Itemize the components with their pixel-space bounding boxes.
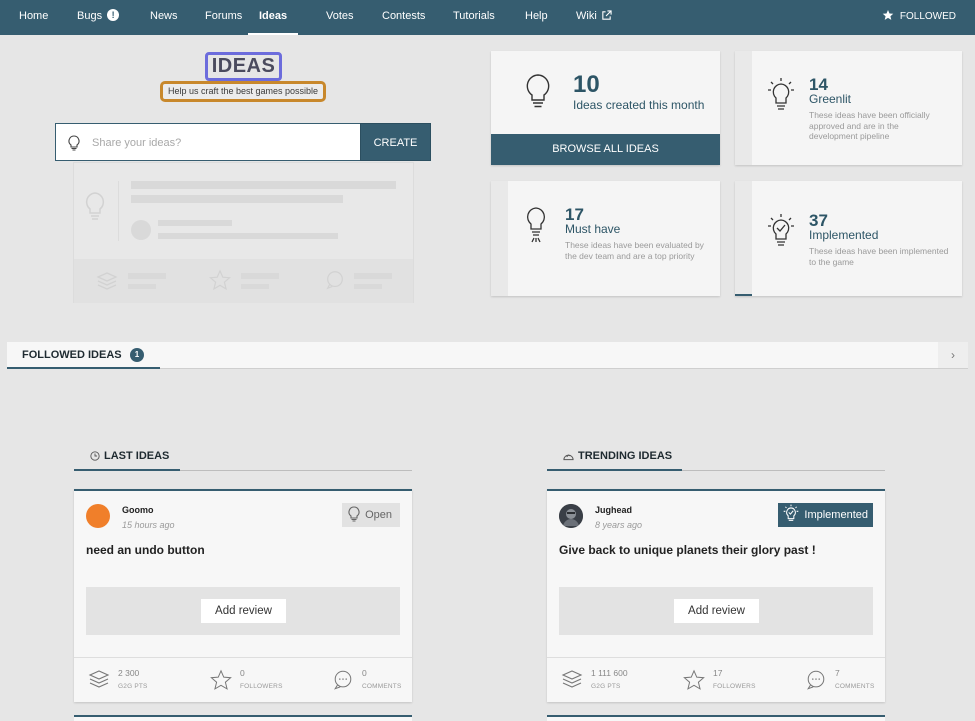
- next-card-peek: [547, 715, 885, 721]
- external-link-icon: [601, 2, 612, 35]
- layers-icon: [88, 670, 110, 688]
- followers-value: 0: [240, 668, 245, 678]
- followed-ideas-bar: FOLLOWED IDEAS 1 ›: [7, 342, 968, 369]
- idea-card-trending[interactable]: Jughead 8 years ago Implemented Give bac…: [547, 489, 885, 702]
- nav-label: Contests: [382, 10, 426, 22]
- timestamp: 8 years ago: [595, 520, 643, 530]
- followers-value: 17: [713, 668, 723, 678]
- create-button[interactable]: CREATE: [360, 123, 431, 161]
- add-review-button[interactable]: Add review: [201, 599, 286, 623]
- lightbulb-icon: [348, 506, 360, 522]
- stat-card-greenlit[interactable]: 14 Greenlit These ideas have been offici…: [735, 51, 962, 165]
- trending-icon: [563, 454, 574, 461]
- greenlit-description: These ideas have been officially approve…: [809, 110, 930, 141]
- lightbulb-icon: [526, 74, 550, 108]
- review-area: Add review: [86, 587, 400, 635]
- lightbulb-check-icon: [784, 504, 799, 521]
- star-icon: [683, 669, 705, 690]
- status-badge-implemented: Implemented: [778, 503, 873, 527]
- lightbulb-icon: [85, 192, 105, 220]
- share-idea-input[interactable]: [92, 133, 352, 153]
- must-have-label: Must have: [565, 222, 621, 236]
- trending-ideas-label: TRENDING IDEAS: [578, 450, 673, 462]
- points-label: G2G PTS: [591, 683, 621, 690]
- top-nav: Home Bugs! News Forums Ideas Votes Conte…: [0, 0, 975, 35]
- comments-label: COMMENTS: [362, 683, 402, 690]
- nav-label: News: [150, 10, 178, 22]
- implemented-label: Implemented: [809, 228, 879, 242]
- status-label: Open: [365, 509, 392, 521]
- comments-label: COMMENTS: [835, 683, 875, 690]
- followed-count-badge: 1: [130, 348, 144, 362]
- nav-item-news[interactable]: News: [150, 0, 178, 35]
- points-value: 2 300: [118, 668, 140, 678]
- followers-label: FOLLOWERS: [713, 683, 756, 690]
- implemented-description: These ideas have been implemented to the…: [809, 246, 949, 267]
- greenlit-label: Greenlit: [809, 92, 852, 106]
- nav-item-votes[interactable]: Votes: [326, 0, 354, 35]
- comments-value: 0: [362, 668, 367, 678]
- timestamp: 15 hours ago: [122, 520, 175, 530]
- loading-placeholder: [73, 162, 414, 303]
- tagline: Help us craft the best games possible: [160, 81, 326, 102]
- add-review-button[interactable]: Add review: [674, 599, 759, 623]
- nav-label: Wiki: [576, 10, 597, 22]
- nav-label: Bugs: [77, 10, 103, 22]
- nav-label: Tutorials: [453, 10, 495, 22]
- nav-item-contests[interactable]: Contests: [382, 0, 425, 35]
- lightbulb-icon: [68, 135, 80, 156]
- nav-label: Help: [525, 10, 548, 22]
- nav-label: Votes: [326, 10, 354, 22]
- nav-item-bugs[interactable]: Bugs!: [77, 0, 120, 35]
- browse-all-ideas-button[interactable]: BROWSE ALL IDEAS: [491, 134, 720, 165]
- nav-item-tutorials[interactable]: Tutorials: [453, 0, 495, 35]
- idea-title[interactable]: Give back to unique planets their glory …: [559, 543, 816, 557]
- comments-value: 7: [835, 668, 840, 678]
- idea-title[interactable]: need an undo button: [86, 543, 205, 557]
- avatar: [559, 504, 583, 528]
- nav-label: Ideas: [259, 10, 288, 22]
- status-badge-open: Open: [342, 503, 400, 527]
- next-card-peek: [74, 715, 412, 721]
- review-area: Add review: [559, 587, 873, 635]
- star-icon: [210, 669, 232, 690]
- stat-card-must-have[interactable]: 17 Must have These ideas have been evalu…: [491, 181, 720, 296]
- nav-item-wiki[interactable]: Wiki: [576, 0, 612, 35]
- avatar: [86, 504, 110, 528]
- must-have-description: These ideas have been evaluated by the d…: [565, 240, 704, 261]
- stat-card-implemented[interactable]: 37 Implemented These ideas have been imp…: [735, 181, 962, 296]
- star-icon: [882, 10, 894, 20]
- idea-card-last[interactable]: Goomo 15 hours ago Open need an undo but…: [74, 489, 412, 702]
- nav-item-ideas[interactable]: Ideas: [248, 0, 299, 35]
- comment-icon: [807, 670, 825, 690]
- author-name[interactable]: Jughead: [595, 505, 632, 515]
- status-label: Implemented: [804, 509, 868, 521]
- nav-label: Forums: [205, 10, 243, 22]
- followed-ideas-tab[interactable]: FOLLOWED IDEAS: [22, 342, 122, 368]
- nav-item-home[interactable]: Home: [19, 0, 48, 35]
- last-ideas-label: LAST IDEAS: [104, 450, 170, 462]
- lightbulb-check-icon: [768, 214, 794, 246]
- nav-item-help[interactable]: Help: [525, 0, 548, 35]
- chevron-right-icon[interactable]: ›: [938, 342, 968, 368]
- layers-icon: [561, 670, 583, 688]
- lightbulb-rays-icon: [768, 78, 794, 110]
- comment-icon: [334, 670, 352, 690]
- nav-item-forums[interactable]: Forums: [205, 0, 242, 35]
- followers-label: FOLLOWERS: [240, 683, 283, 690]
- ideas-logo: IDEAS: [205, 52, 282, 81]
- followed-label: FOLLOWED: [899, 11, 956, 22]
- clock-icon: [90, 451, 100, 461]
- month-count: 10: [573, 71, 600, 98]
- month-label: Ideas created this month: [573, 98, 705, 112]
- author-name[interactable]: Goomo: [122, 505, 154, 515]
- nav-label: Home: [19, 10, 49, 22]
- alert-icon: !: [107, 9, 120, 21]
- points-label: G2G PTS: [118, 683, 148, 690]
- followed-button[interactable]: FOLLOWED: [882, 0, 956, 35]
- rocket-bulb-icon: [527, 207, 545, 243]
- points-value: 1 111 600: [591, 668, 628, 678]
- share-idea-box: [55, 123, 361, 161]
